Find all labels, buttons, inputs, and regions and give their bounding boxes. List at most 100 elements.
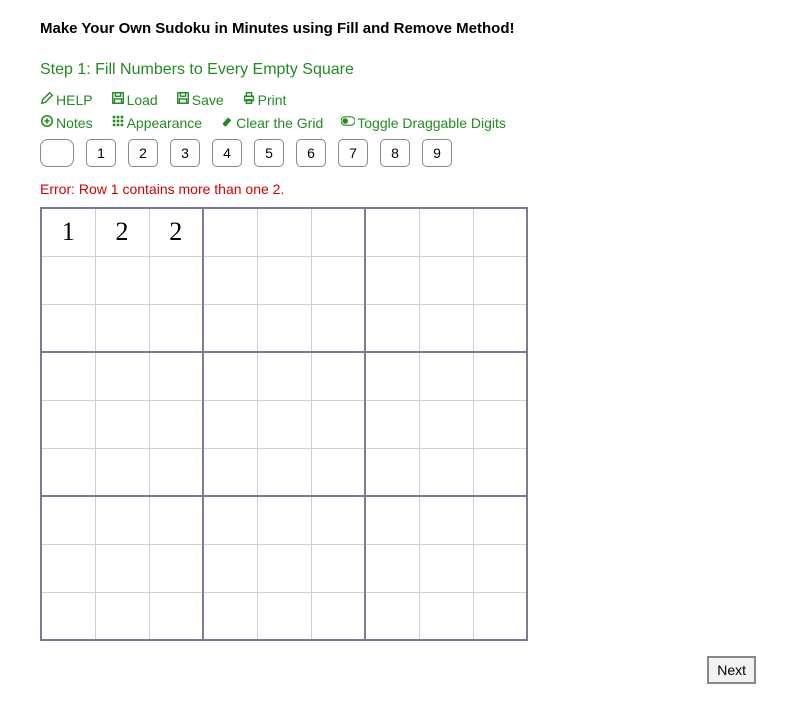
- grid-cell[interactable]: [203, 304, 257, 352]
- grid-cell[interactable]: [419, 544, 473, 592]
- grid-cell[interactable]: 2: [149, 208, 203, 256]
- grid-cell[interactable]: [203, 400, 257, 448]
- grid-cell[interactable]: [365, 304, 419, 352]
- grid-cell[interactable]: [149, 400, 203, 448]
- save-button[interactable]: Save: [176, 91, 224, 108]
- grid-cell[interactable]: [419, 496, 473, 544]
- clear-grid-button[interactable]: Clear the Grid: [220, 114, 323, 131]
- digit-button-3[interactable]: 3: [170, 139, 200, 167]
- grid-cell[interactable]: [473, 256, 527, 304]
- grid-cell[interactable]: [419, 208, 473, 256]
- grid-cell[interactable]: [149, 256, 203, 304]
- grid-cell[interactable]: [365, 544, 419, 592]
- grid-cell[interactable]: [203, 208, 257, 256]
- grid-cell[interactable]: [365, 496, 419, 544]
- grid-cell[interactable]: [365, 256, 419, 304]
- grid-cell[interactable]: [41, 592, 95, 640]
- grid-cell[interactable]: [473, 400, 527, 448]
- grid-cell[interactable]: [257, 448, 311, 496]
- grid-cell[interactable]: [257, 592, 311, 640]
- grid-cell[interactable]: [419, 400, 473, 448]
- grid-cell[interactable]: [473, 544, 527, 592]
- grid-cell[interactable]: [257, 400, 311, 448]
- grid-cell[interactable]: [311, 544, 365, 592]
- erase-button[interactable]: [40, 139, 74, 167]
- digit-button-1[interactable]: 1: [86, 139, 116, 167]
- grid-cell[interactable]: [203, 592, 257, 640]
- grid-cell[interactable]: [365, 208, 419, 256]
- grid-cell[interactable]: [419, 592, 473, 640]
- grid-cell[interactable]: [149, 592, 203, 640]
- grid-cell[interactable]: [365, 448, 419, 496]
- grid-cell[interactable]: [365, 352, 419, 400]
- grid-cell[interactable]: [95, 400, 149, 448]
- grid-cell[interactable]: [95, 544, 149, 592]
- grid-cell[interactable]: [473, 304, 527, 352]
- grid-cell[interactable]: [311, 304, 365, 352]
- grid-cell[interactable]: [419, 256, 473, 304]
- grid-cell[interactable]: [473, 352, 527, 400]
- grid-cell[interactable]: [257, 352, 311, 400]
- grid-cell[interactable]: [419, 352, 473, 400]
- grid-cell[interactable]: [149, 496, 203, 544]
- grid-cell[interactable]: [41, 544, 95, 592]
- grid-cell[interactable]: [203, 256, 257, 304]
- grid-cell[interactable]: [473, 592, 527, 640]
- grid-cell[interactable]: [257, 304, 311, 352]
- digit-button-8[interactable]: 8: [380, 139, 410, 167]
- next-button[interactable]: Next: [707, 656, 756, 684]
- grid-cell[interactable]: [257, 544, 311, 592]
- grid-cell[interactable]: [311, 208, 365, 256]
- grid-cell[interactable]: 1: [41, 208, 95, 256]
- print-button[interactable]: Print: [242, 91, 287, 108]
- digit-button-5[interactable]: 5: [254, 139, 284, 167]
- grid-cell[interactable]: [149, 544, 203, 592]
- appearance-button[interactable]: Appearance: [111, 114, 203, 131]
- grid-cell[interactable]: [41, 448, 95, 496]
- grid-cell[interactable]: [365, 400, 419, 448]
- grid-cell[interactable]: [95, 448, 149, 496]
- grid-cell[interactable]: [311, 448, 365, 496]
- grid-cell[interactable]: [149, 304, 203, 352]
- help-button[interactable]: HELP: [40, 91, 93, 108]
- grid-cell[interactable]: [41, 352, 95, 400]
- grid-cell[interactable]: [311, 352, 365, 400]
- grid-cell[interactable]: [311, 256, 365, 304]
- grid-cell[interactable]: [41, 400, 95, 448]
- grid-cell[interactable]: [419, 304, 473, 352]
- digit-button-2[interactable]: 2: [128, 139, 158, 167]
- grid-cell[interactable]: [257, 256, 311, 304]
- notes-button[interactable]: Notes: [40, 114, 93, 131]
- grid-cell[interactable]: [149, 352, 203, 400]
- grid-cell[interactable]: [311, 496, 365, 544]
- grid-cell[interactable]: 2: [95, 208, 149, 256]
- grid-cell[interactable]: [95, 256, 149, 304]
- grid-cell[interactable]: [41, 496, 95, 544]
- grid-cell[interactable]: [473, 448, 527, 496]
- grid-cell[interactable]: [473, 208, 527, 256]
- digit-button-4[interactable]: 4: [212, 139, 242, 167]
- toggle-draggable-button[interactable]: Toggle Draggable Digits: [341, 114, 506, 131]
- load-button[interactable]: Load: [111, 91, 158, 108]
- grid-cell[interactable]: [149, 448, 203, 496]
- grid-cell[interactable]: [203, 352, 257, 400]
- grid-cell[interactable]: [419, 448, 473, 496]
- grid-cell[interactable]: [257, 208, 311, 256]
- grid-cell[interactable]: [95, 592, 149, 640]
- grid-cell[interactable]: [473, 496, 527, 544]
- grid-cell[interactable]: [203, 496, 257, 544]
- grid-cell[interactable]: [41, 304, 95, 352]
- grid-cell[interactable]: [311, 592, 365, 640]
- grid-cell[interactable]: [203, 544, 257, 592]
- digit-button-9[interactable]: 9: [422, 139, 452, 167]
- grid-cell[interactable]: [365, 592, 419, 640]
- digit-button-7[interactable]: 7: [338, 139, 368, 167]
- grid-cell[interactable]: [41, 256, 95, 304]
- grid-cell[interactable]: [203, 448, 257, 496]
- grid-cell[interactable]: [95, 352, 149, 400]
- grid-cell[interactable]: [95, 496, 149, 544]
- grid-cell[interactable]: [311, 400, 365, 448]
- grid-cell[interactable]: [257, 496, 311, 544]
- digit-button-6[interactable]: 6: [296, 139, 326, 167]
- grid-cell[interactable]: [95, 304, 149, 352]
